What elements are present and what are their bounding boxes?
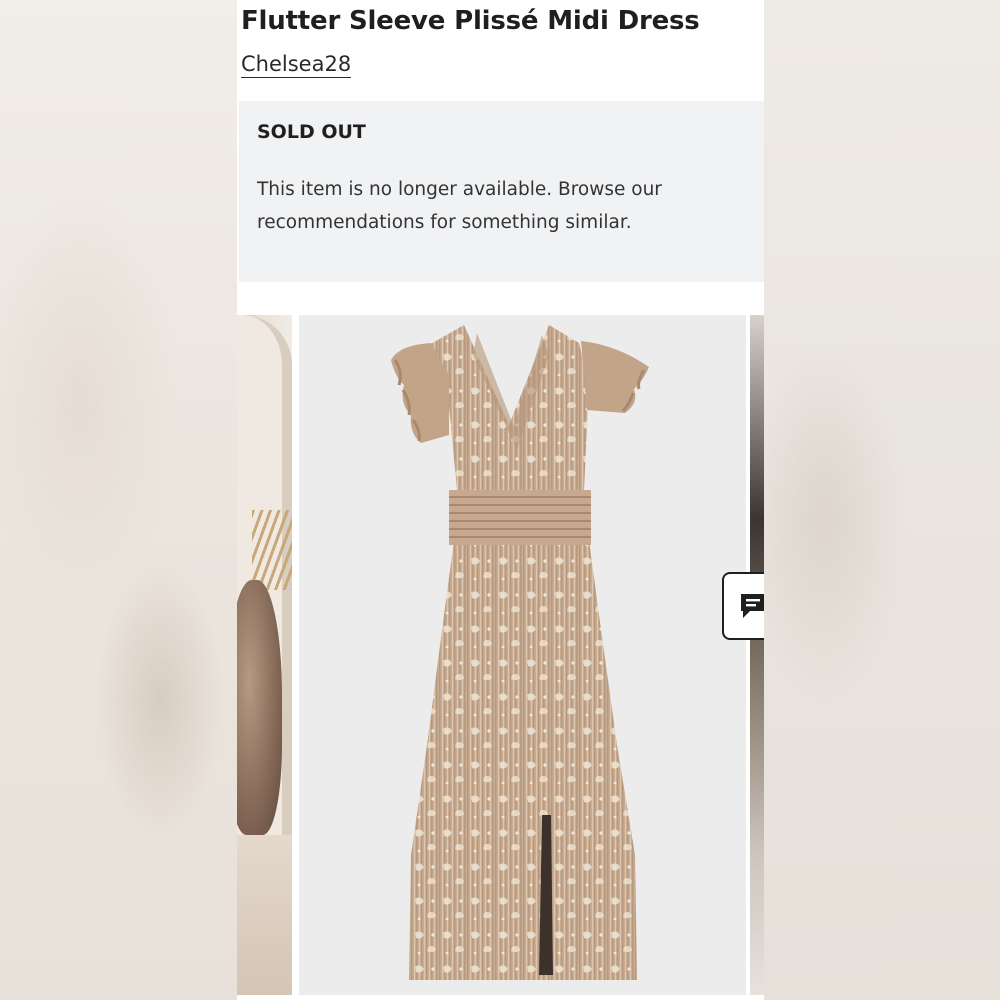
- dress-illustration: [299, 315, 746, 995]
- styled-photo-thumbnail[interactable]: [237, 315, 292, 995]
- product-panel: Flutter Sleeve Plissé Midi Dress Chelsea…: [237, 0, 764, 1000]
- product-photo-dress[interactable]: [299, 315, 746, 995]
- vase-decor: [237, 580, 282, 835]
- product-title: Flutter Sleeve Plissé Midi Dress: [241, 6, 700, 36]
- brand-link[interactable]: Chelsea28: [241, 52, 352, 78]
- floor-decor: [237, 835, 292, 995]
- background-blur-left: [0, 0, 237, 1000]
- image-gallery[interactable]: [237, 315, 764, 1000]
- chat-icon: [741, 594, 764, 618]
- sold-out-notice: SOLD OUT This item is no longer availabl…: [239, 101, 764, 282]
- background-blur-right: [764, 0, 1000, 1000]
- chat-button[interactable]: [722, 572, 764, 640]
- sold-out-label: SOLD OUT: [257, 121, 366, 143]
- pampas-grass: [252, 510, 292, 590]
- sold-out-message: This item is no longer available. Browse…: [257, 179, 662, 233]
- model-photo-thumbnail[interactable]: [750, 315, 764, 995]
